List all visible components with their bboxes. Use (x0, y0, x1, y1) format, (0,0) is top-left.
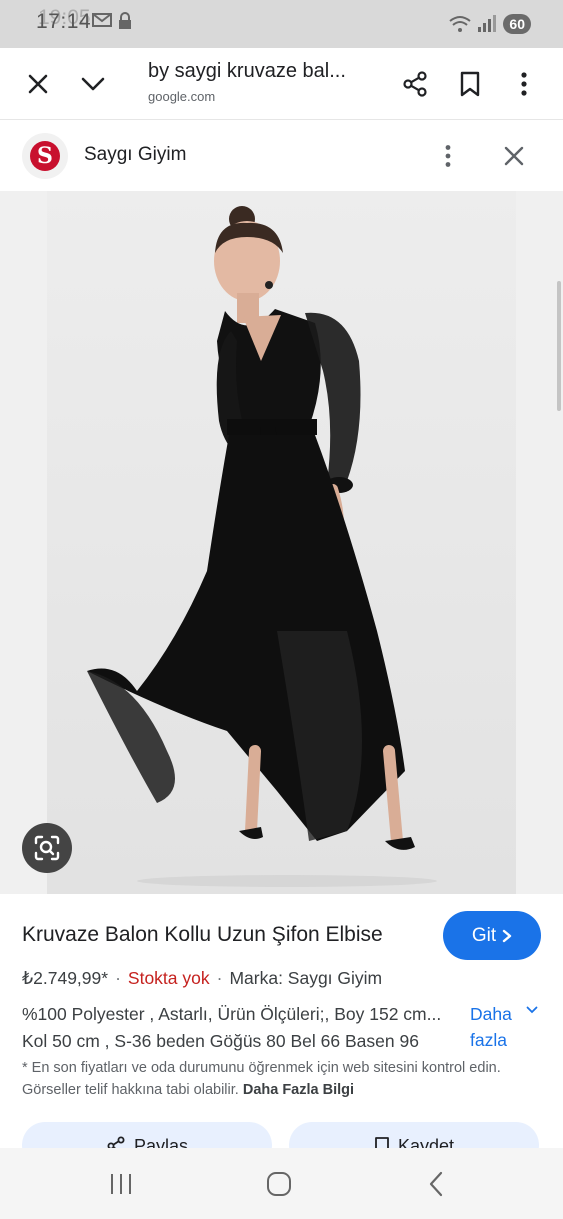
product-image[interactable] (47, 191, 516, 894)
battery-indicator: 60 (503, 14, 531, 34)
product-brand: Marka: Saygı Giyim (229, 968, 383, 988)
status-notification-icons (92, 12, 132, 30)
stock-status: Stokta yok (127, 968, 210, 988)
product-price: ₺2.749,99* (22, 968, 109, 988)
signal-icon (478, 15, 497, 32)
show-more-label-1: Daha (470, 1004, 512, 1024)
bookmark-icon (460, 71, 480, 97)
status-time: 17:14 (36, 10, 92, 33)
wifi-icon (449, 16, 472, 32)
close-icon (28, 74, 48, 94)
share-page-button[interactable] (393, 62, 437, 106)
dress-model-illustration (47, 191, 516, 894)
overflow-menu-button[interactable] (502, 62, 546, 106)
product-description: %100 Polyester , Astarlı, Ürün Ölçüleri;… (22, 1001, 467, 1055)
bookmark-button[interactable] (448, 62, 492, 106)
price-row: ₺2.749,99* · Stokta yok · Marka: Saygı Giyim (22, 968, 382, 989)
lens-search-button[interactable] (22, 823, 72, 873)
home-icon (267, 1172, 291, 1196)
system-navigation-bar (0, 1148, 563, 1219)
product-title: Kruvaze Balon Kollu Uzun Şifon Elbise (22, 923, 383, 946)
share-icon (403, 71, 427, 97)
status-bar: 19:05 17:14 60 (0, 0, 563, 48)
visit-site-button[interactable]: Git (443, 911, 541, 960)
disclaimer: * En son fiyatları ve oda durumunu öğren… (22, 1057, 542, 1101)
learn-more-link[interactable]: Daha Fazla Bilgi (243, 1082, 354, 1098)
scrollbar-thumb[interactable] (557, 281, 561, 411)
close-tab-button[interactable] (16, 62, 60, 106)
page-title: by saygi kruvaze bal... (148, 60, 346, 82)
chevron-down-icon (81, 77, 105, 91)
visit-site-label: Git (471, 924, 497, 946)
mail-icon (92, 13, 112, 27)
show-more-link[interactable]: Daha fazla (470, 1001, 530, 1053)
browser-toolbar: by saygi kruvaze bal... google.com (0, 48, 563, 120)
lens-icon (34, 835, 60, 861)
source-more-button[interactable] (432, 138, 464, 174)
chevron-right-icon (502, 929, 512, 942)
source-logo-letter: S (30, 141, 60, 171)
source-name[interactable]: Saygı Giyim (84, 144, 186, 166)
chevron-down-icon[interactable] (526, 1006, 538, 1014)
separator-dot: · (216, 968, 223, 988)
source-logo[interactable]: S (22, 133, 68, 179)
recent-apps-icon (111, 1174, 131, 1194)
source-header: S Saygı Giyim (0, 121, 563, 191)
recent-apps-button[interactable] (101, 1168, 141, 1200)
image-viewer (0, 191, 563, 894)
separator-dot: · (115, 968, 121, 988)
back-button[interactable] (416, 1168, 456, 1200)
page-domain: google.com (148, 89, 216, 104)
collapse-button[interactable] (71, 62, 115, 106)
description-line: Kol 50 cm , S-36 beden Göğüs 80 Bel 66 B… (22, 1031, 419, 1051)
more-vert-icon (445, 145, 451, 167)
more-vert-icon (521, 72, 527, 96)
description-line: %100 Polyester , Astarlı, Ürün Ölçüleri;… (22, 1004, 442, 1024)
close-panel-button[interactable] (496, 138, 532, 174)
back-icon (429, 1171, 443, 1197)
lock-icon (119, 12, 131, 29)
close-icon (504, 146, 524, 166)
show-more-label-2: fazla (470, 1030, 507, 1050)
home-button[interactable] (259, 1168, 299, 1200)
status-system-icons: 60 (449, 14, 531, 34)
